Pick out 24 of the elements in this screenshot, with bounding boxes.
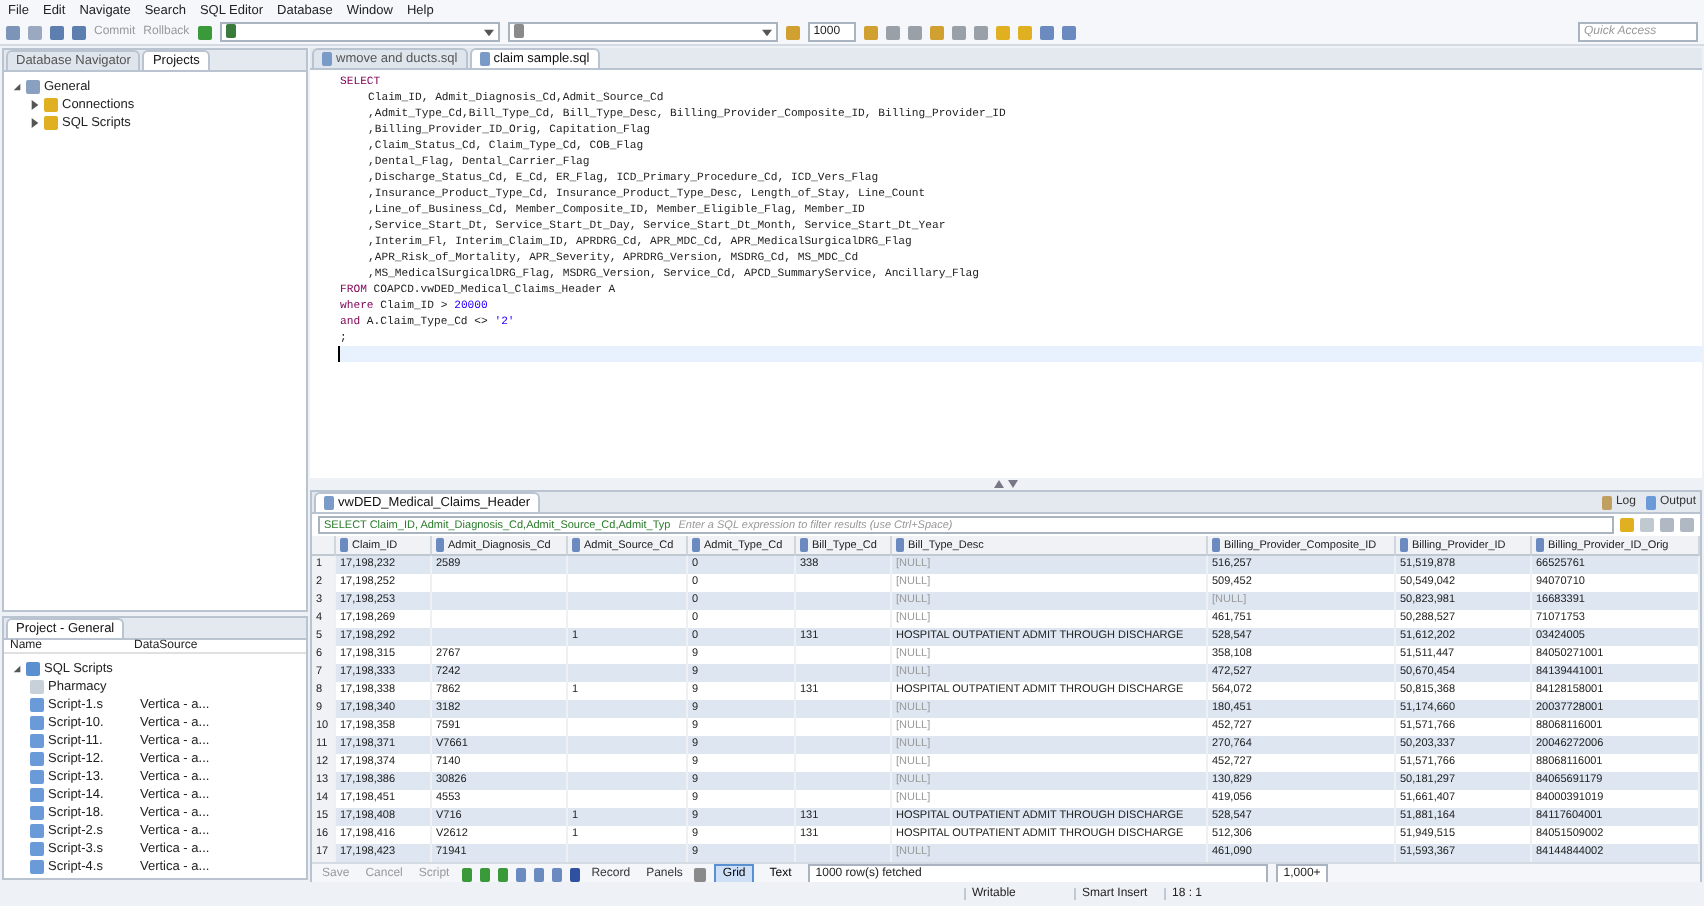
- table-cell: [568, 700, 688, 718]
- expanded-arrow-icon[interactable]: [12, 81, 22, 91]
- table-cell: [568, 556, 688, 574]
- connection-dropdown[interactable]: [219, 22, 500, 42]
- schema-dropdown[interactable]: [507, 22, 778, 42]
- table-cell: [432, 592, 568, 610]
- toolbar-icon: [197, 25, 212, 39]
- dropdown-arrow-icon[interactable]: [761, 27, 772, 37]
- table-cell: [796, 736, 892, 754]
- table-cell: [796, 772, 892, 790]
- toolbar-icon: [785, 25, 800, 39]
- table-cell: [568, 736, 688, 754]
- table-cell: [568, 772, 688, 790]
- table-cell: [796, 664, 892, 682]
- table-cell: [432, 628, 568, 646]
- dropdown-arrow-icon[interactable]: [483, 27, 494, 37]
- sql-editor[interactable]: [310, 70, 1702, 478]
- table-cell: [568, 592, 688, 610]
- corner-cell: [312, 536, 336, 556]
- table-cell: [796, 700, 892, 718]
- table-cell: [568, 664, 688, 682]
- table-cell: [796, 592, 892, 610]
- collapse-icon[interactable]: [994, 480, 1018, 488]
- expanded-arrow-icon[interactable]: [12, 663, 22, 673]
